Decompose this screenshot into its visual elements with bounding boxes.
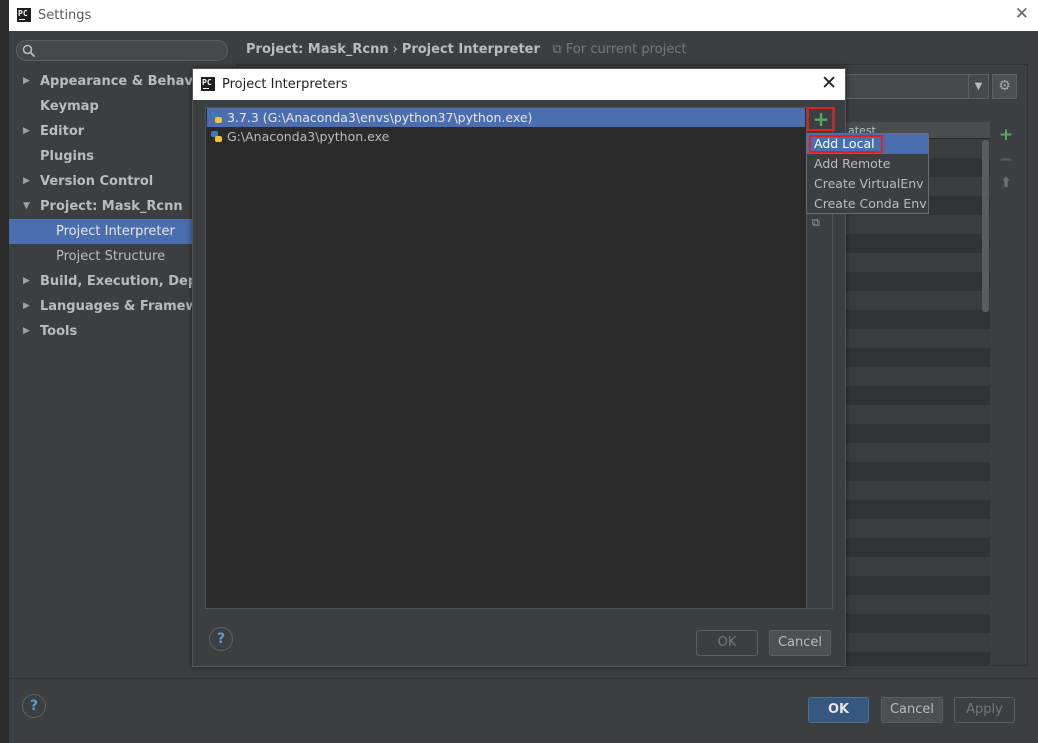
sidebar-item-tools[interactable]: ▶ Tools <box>9 319 192 344</box>
sidebar-item-project-structure[interactable]: Project Structure <box>9 244 192 269</box>
sidebar-item-label: Project Structure <box>56 249 166 264</box>
menu-item-create-virtualenv[interactable]: Create VirtualEnv <box>807 174 928 194</box>
project-scope-icon: ⧉ <box>552 42 566 57</box>
footer-divider <box>9 678 1038 679</box>
interpreter-row[interactable]: 3.7.3 (G:\Anaconda3\envs\python37\python… <box>207 108 805 127</box>
breadcrumb: Project: Mask_Rcnn › Project Interpreter ⧉… <box>246 42 686 57</box>
sidebar-item-project-interpreter[interactable]: Project Interpreter <box>9 219 192 244</box>
scope-text: For current project <box>565 42 687 57</box>
sidebar-item-label: Plugins <box>40 149 94 164</box>
pycharm-logo-icon: PC <box>17 8 31 22</box>
menu-item-add-remote[interactable]: Add Remote <box>807 154 928 174</box>
interpreter-row[interactable]: G:\Anaconda3\python.exe <box>207 127 805 146</box>
expand-arrow-icon: ▶ <box>23 301 30 311</box>
help-icon[interactable]: ? <box>209 627 233 651</box>
settings-search-input[interactable] <box>16 40 228 61</box>
search-icon <box>22 44 36 58</box>
ok-button[interactable]: OK <box>808 697 869 723</box>
sidebar-item-editor[interactable]: ▶ Editor <box>9 119 192 144</box>
package-table-scrollbar[interactable] <box>982 140 989 312</box>
interpreter-label: 3.7.3 (G:\Anaconda3\envs\python37\python… <box>227 110 533 125</box>
sidebar-item-keymap[interactable]: Keymap <box>9 94 192 119</box>
expand-arrow-icon: ▶ <box>23 126 30 136</box>
upgrade-package-icon[interactable]: ⬆ <box>997 175 1015 191</box>
close-icon[interactable]: ✕ <box>821 72 837 94</box>
interpreter-label: G:\Anaconda3\python.exe <box>227 129 390 144</box>
scope-label: ⧉ For current project <box>552 42 686 57</box>
interpreter-list: 3.7.3 (G:\Anaconda3\envs\python37\python… <box>205 107 807 609</box>
breadcrumb-project: Project: Mask_Rcnn <box>246 42 389 57</box>
help-icon[interactable]: ? <box>22 694 46 718</box>
expand-arrow-icon: ▶ <box>23 326 30 336</box>
python-icon <box>211 112 222 123</box>
expand-arrow-icon: ▶ <box>23 76 30 86</box>
sidebar-item-label: Tools <box>40 324 78 339</box>
sidebar-item-label: Project Interpreter <box>56 224 175 239</box>
project-interpreters-dialog: PC Project Interpreters ✕ 3.7.3 (G:\Anac… <box>192 68 846 667</box>
pycharm-logo-icon: PC <box>201 77 215 91</box>
collapse-arrow-icon: ▼ <box>23 201 30 211</box>
project-interpreter-select[interactable]: ▼ <box>845 74 989 99</box>
remove-package-icon[interactable]: − <box>997 150 1015 170</box>
chevron-down-icon[interactable]: ▼ <box>968 75 988 98</box>
gear-icon[interactable]: ⚙ <box>992 74 1017 99</box>
sidebar-item-label: Keymap <box>40 99 99 114</box>
dialog-ok-button[interactable]: OK <box>696 630 758 656</box>
add-package-icon[interactable]: + <box>997 125 1015 145</box>
breadcrumb-page: Project Interpreter <box>401 42 540 57</box>
show-paths-icon[interactable]: ⧉ <box>812 216 820 230</box>
close-icon[interactable]: ✕ <box>1015 4 1029 24</box>
sidebar-item-label: Editor <box>40 124 85 139</box>
sidebar-item-label: Appearance & Behavior <box>40 74 192 89</box>
expand-arrow-icon: ▶ <box>23 176 30 186</box>
sidebar-item-appearance-behavior[interactable]: ▶ Appearance & Behavior <box>9 69 192 94</box>
sidebar-item-label: Build, Execution, Deployment <box>40 274 192 289</box>
sidebar-item-label: Version Control <box>40 174 154 189</box>
dialog-cancel-button[interactable]: Cancel <box>769 630 831 656</box>
expand-arrow-icon: ▶ <box>23 276 30 286</box>
sidebar-item-languages-frameworks[interactable]: ▶ Languages & Frameworks <box>9 294 192 319</box>
apply-button[interactable]: Apply <box>954 697 1015 723</box>
background-editor-strip <box>0 0 9 743</box>
cancel-button[interactable]: Cancel <box>881 697 943 723</box>
settings-titlebar: PC Settings ✕ <box>9 0 1038 31</box>
sidebar-item-version-control[interactable]: ▶ Version Control <box>9 169 192 194</box>
sidebar-item-label: Project: Mask_Rcnn <box>40 199 183 214</box>
add-interpreter-icon[interactable]: + <box>807 107 835 131</box>
dialog-titlebar: PC Project Interpreters ✕ <box>193 69 845 100</box>
breadcrumb-separator: › <box>392 42 398 57</box>
settings-title: Settings <box>38 8 92 23</box>
python-icon <box>211 131 222 142</box>
menu-item-create-conda-env[interactable]: Create Conda Env <box>807 194 928 214</box>
dialog-title: Project Interpreters <box>222 77 348 92</box>
sidebar-item-project[interactable]: ▼ Project: Mask_Rcnn <box>9 194 192 219</box>
settings-sidebar: ▶ Appearance & Behavior Keymap ▶ Editor … <box>9 69 192 674</box>
sidebar-item-label: Languages & Frameworks <box>40 299 192 314</box>
sidebar-item-plugins[interactable]: Plugins <box>9 144 192 169</box>
highlight-outline <box>809 135 883 153</box>
package-table-rows <box>845 139 990 665</box>
sidebar-item-build-execution[interactable]: ▶ Build, Execution, Deployment <box>9 269 192 294</box>
